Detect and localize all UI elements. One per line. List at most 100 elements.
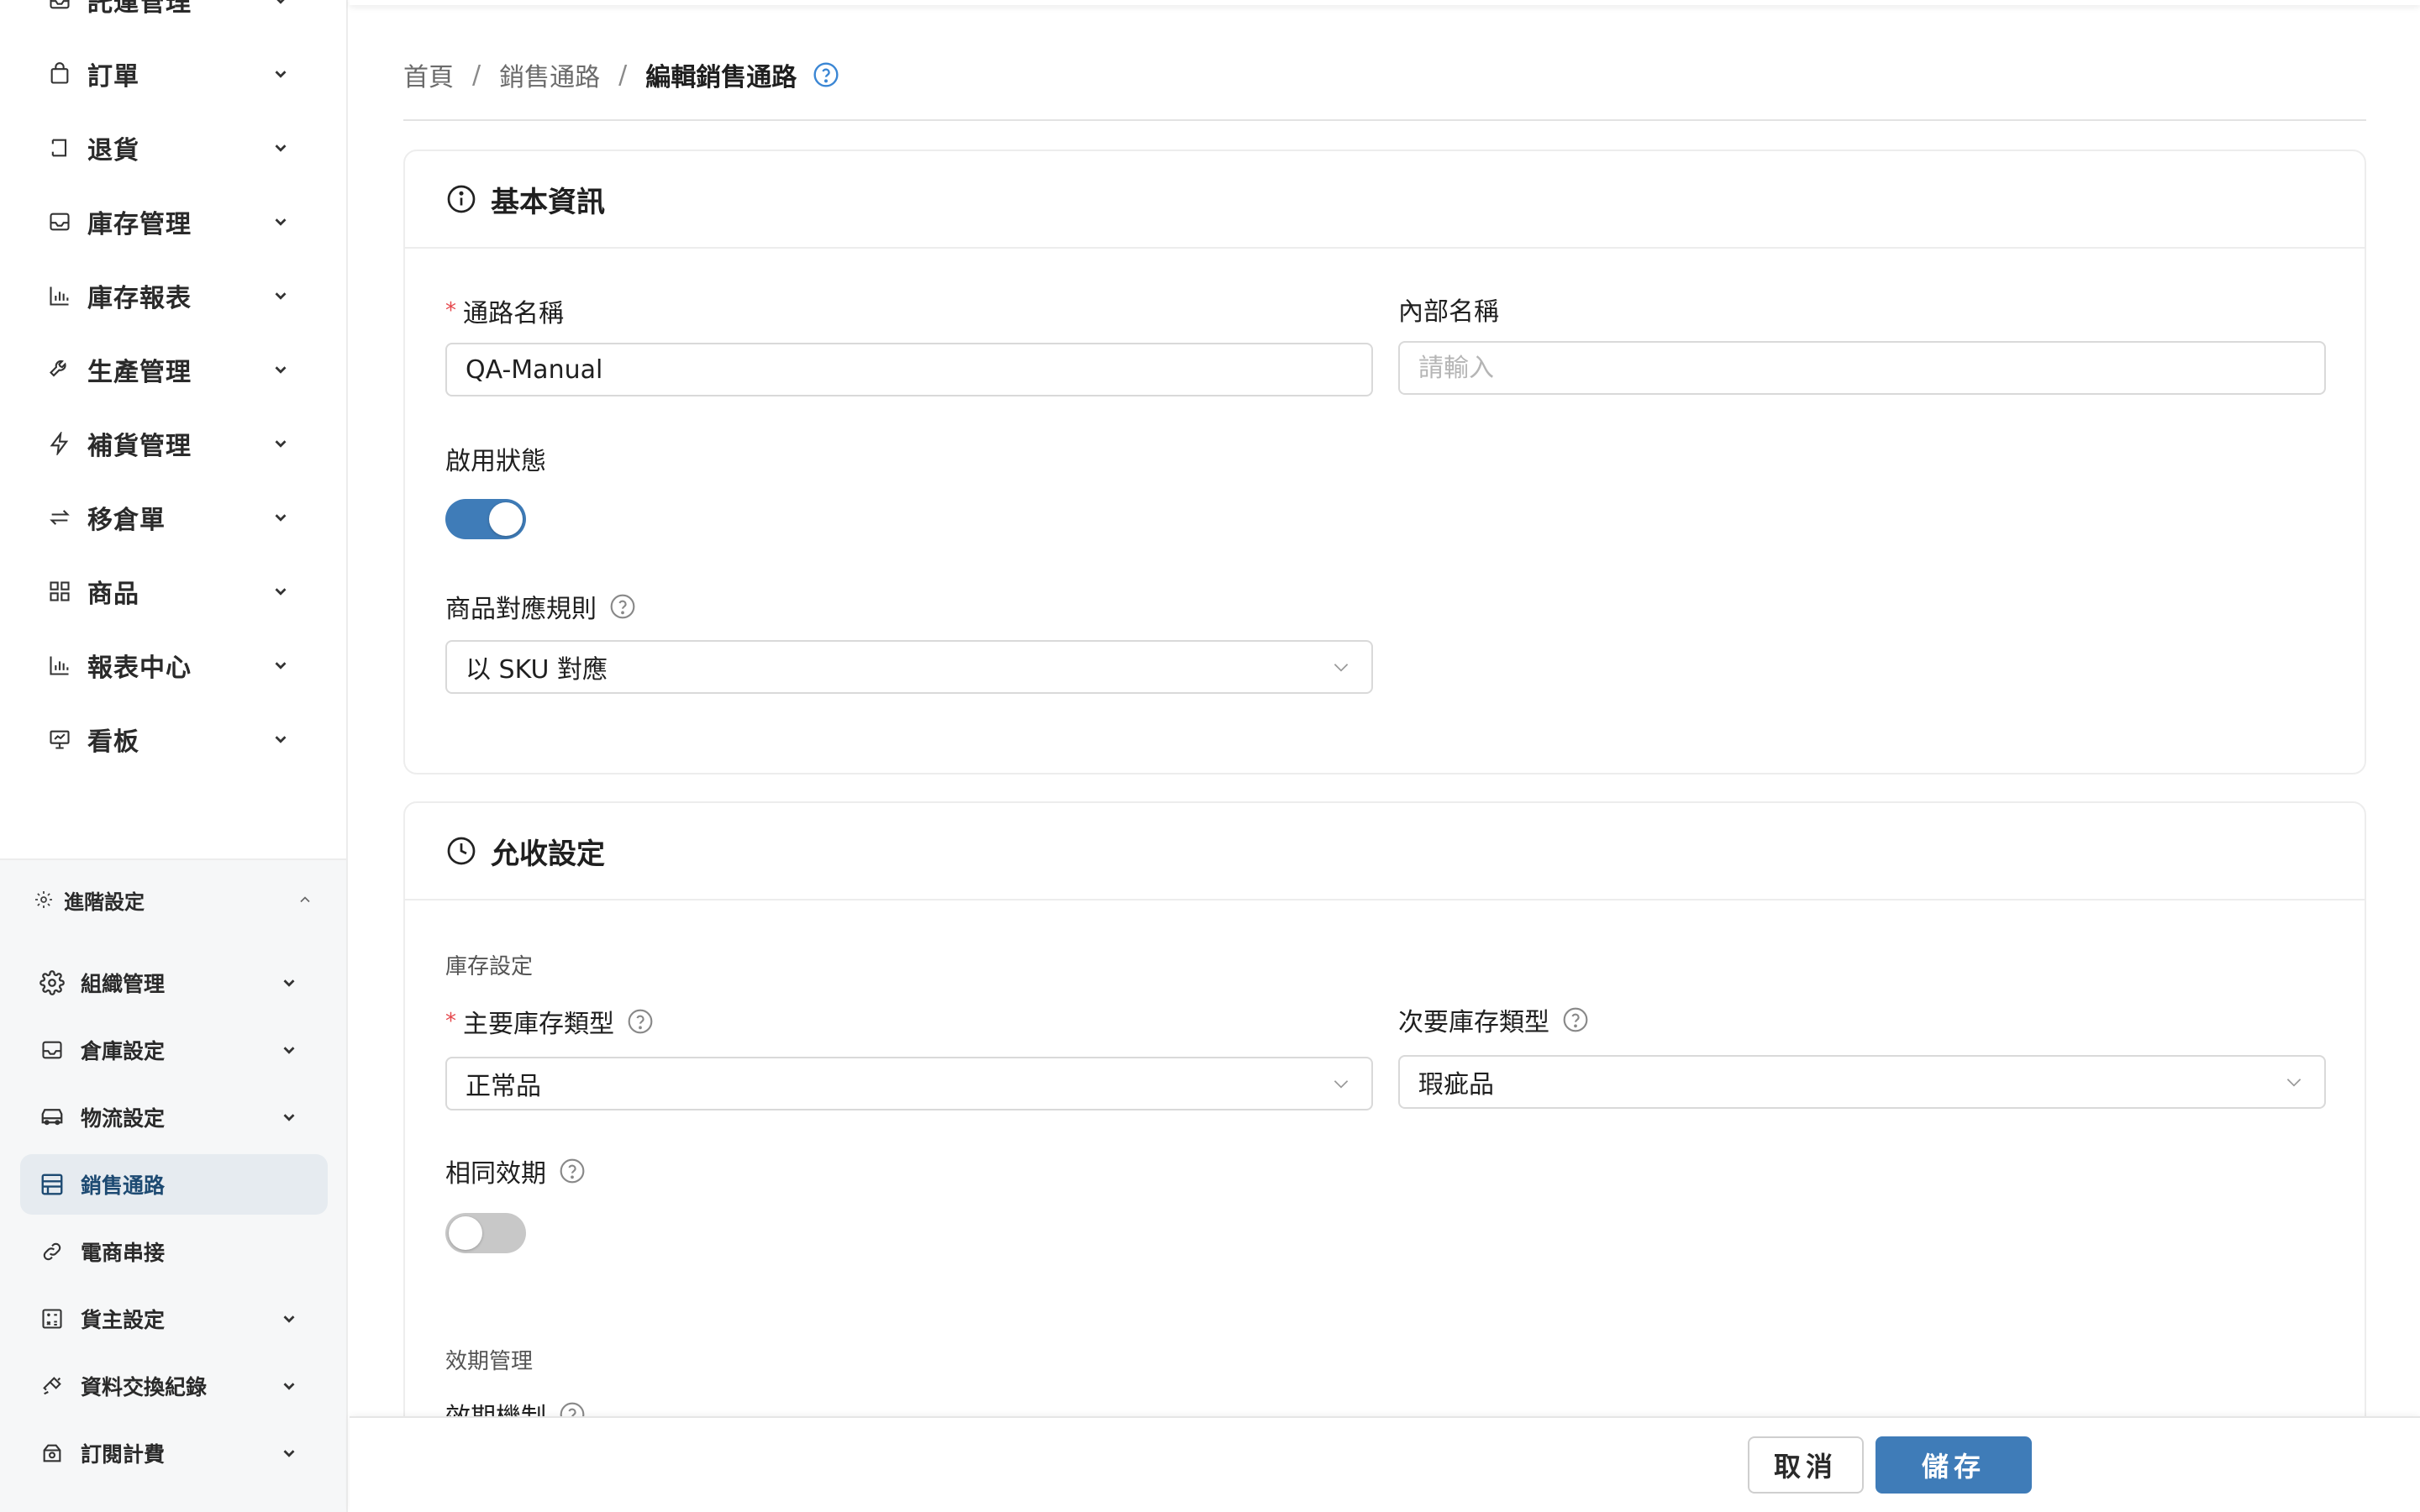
sidebar-item-ecommerce[interactable]: 電商串接 bbox=[20, 1221, 328, 1282]
info-icon bbox=[445, 183, 477, 215]
sidebar-item-label: 電商串接 bbox=[81, 1241, 166, 1265]
sidebar-item-production[interactable]: 生產管理 bbox=[0, 336, 346, 403]
chevron-down-icon bbox=[277, 1307, 301, 1331]
sidebar-item-sales-channel[interactable]: 銷售通路 bbox=[20, 1154, 328, 1215]
same-expiry-toggle[interactable] bbox=[445, 1213, 526, 1253]
required-mark: * bbox=[445, 1009, 456, 1034]
save-button[interactable]: 儲存 bbox=[1876, 1436, 2032, 1494]
chevron-up-icon bbox=[294, 889, 316, 911]
calculator-icon bbox=[39, 1305, 66, 1332]
inbox-icon bbox=[39, 1037, 66, 1063]
breadcrumb-sales-channel[interactable]: 銷售通路 bbox=[499, 56, 600, 93]
primary-stock-label: * 主要庫存類型 bbox=[445, 1003, 655, 1040]
link-icon bbox=[39, 1238, 66, 1265]
secondary-stock-label: 次要庫存類型 bbox=[1398, 1001, 1590, 1038]
mapping-rule-select[interactable]: 以 SKU 對應 bbox=[445, 640, 1373, 694]
question-icon[interactable] bbox=[1561, 1005, 1590, 1034]
basic-info-header: 基本資訊 bbox=[405, 151, 2365, 249]
same-expiry-label-text: 相同效期 bbox=[445, 1159, 546, 1189]
chevron-down-icon bbox=[269, 727, 292, 751]
subscription-icon bbox=[39, 1440, 66, 1467]
sidebar-item-label: 庫存報表 bbox=[87, 284, 192, 313]
bar-chart-icon bbox=[45, 281, 74, 310]
chevron-down-icon bbox=[1329, 655, 1353, 679]
help-icon[interactable] bbox=[812, 60, 840, 89]
breadcrumb-divider bbox=[403, 119, 2366, 121]
top-bar bbox=[350, 0, 2420, 5]
page-title: 編輯銷售通路 bbox=[645, 63, 797, 92]
sidebar-item-label: 倉庫設定 bbox=[81, 1039, 166, 1063]
sidebar-item-consignment[interactable]: 託運管理 bbox=[0, 0, 346, 34]
enabled-status-label: 啟用狀態 bbox=[445, 440, 546, 477]
sidebar-item-orders[interactable]: 訂單 bbox=[0, 40, 346, 108]
sidebar-item-inventory[interactable]: 庫存管理 bbox=[0, 188, 346, 255]
inbox-icon bbox=[45, 0, 74, 14]
inbox-icon bbox=[45, 207, 74, 236]
primary-stock-value: 正常品 bbox=[466, 1072, 541, 1101]
internal-name-input[interactable] bbox=[1398, 341, 2326, 395]
sidebar-item-dashboard[interactable]: 看板 bbox=[0, 706, 346, 773]
advanced-settings-header[interactable]: 進階設定 bbox=[0, 874, 346, 926]
sidebar-item-label: 看板 bbox=[87, 727, 139, 757]
api-icon bbox=[39, 1373, 66, 1399]
shop-icon bbox=[39, 1171, 66, 1198]
required-mark: * bbox=[445, 298, 456, 323]
breadcrumb-home[interactable]: 首頁 bbox=[403, 56, 454, 93]
stock-settings-section: 庫存設定 bbox=[445, 954, 534, 979]
sidebar-item-label: 移倉單 bbox=[87, 506, 166, 535]
question-icon[interactable] bbox=[608, 592, 637, 621]
sidebar-item-label: 生產管理 bbox=[87, 358, 192, 387]
sidebar-item-returns[interactable]: 退貨 bbox=[0, 114, 346, 181]
acceptance-settings-header: 允收設定 bbox=[405, 803, 2365, 900]
acceptance-settings-title: 允收設定 bbox=[491, 837, 605, 871]
sidebar-item-label: 退貨 bbox=[87, 136, 139, 165]
gear-icon bbox=[32, 888, 55, 911]
basic-info-card: 基本資訊 * 通路名稱 內部名稱 啟用狀態 商品對應規則 以 SKU 對應 bbox=[403, 150, 2366, 774]
swap-icon bbox=[45, 503, 74, 532]
enabled-status-toggle[interactable] bbox=[445, 499, 526, 539]
chevron-down-icon bbox=[269, 210, 292, 234]
secondary-stock-select[interactable]: 瑕疵品 bbox=[1398, 1055, 2326, 1109]
acceptance-settings-card: 允收設定 庫存設定 * 主要庫存類型 正常品 次要庫存類型 瑕疵品 相同效期 效… bbox=[403, 801, 2366, 1512]
chevron-down-icon bbox=[269, 506, 292, 529]
sidebar-item-warehouse[interactable]: 倉庫設定 bbox=[20, 1020, 328, 1080]
sidebar-item-data-exchange[interactable]: 資料交換紀錄 bbox=[20, 1356, 328, 1416]
internal-name-label: 內部名稱 bbox=[1398, 291, 1499, 328]
mapping-rule-value: 以 SKU 對應 bbox=[466, 655, 608, 685]
question-icon[interactable] bbox=[558, 1157, 587, 1185]
sidebar-item-label: 物流設定 bbox=[81, 1106, 166, 1131]
secondary-stock-label-text: 次要庫存類型 bbox=[1398, 1008, 1549, 1037]
sidebar-item-logistics[interactable]: 物流設定 bbox=[20, 1087, 328, 1147]
sidebar-item-report-center[interactable]: 報表中心 bbox=[0, 632, 346, 699]
sidebar-item-label: 資料交換紀錄 bbox=[81, 1375, 208, 1399]
chevron-down-icon bbox=[277, 1105, 301, 1129]
gear-icon bbox=[39, 969, 66, 996]
toggle-knob bbox=[449, 1216, 482, 1250]
chevron-down-icon bbox=[277, 1374, 301, 1398]
mapping-rule-label-text: 商品對應規則 bbox=[445, 595, 597, 624]
sidebar-item-inventory-report[interactable]: 庫存報表 bbox=[0, 262, 346, 329]
chevron-down-icon bbox=[269, 654, 292, 677]
sidebar-item-organization[interactable]: 組織管理 bbox=[20, 953, 328, 1013]
sidebar-item-owner[interactable]: 貨主設定 bbox=[20, 1289, 328, 1349]
basic-info-title: 基本資訊 bbox=[491, 185, 605, 219]
sidebar-item-label: 訂單 bbox=[87, 62, 139, 92]
sidebar-item-subscription[interactable]: 訂閱計費 bbox=[20, 1423, 328, 1483]
sidebar: 託運管理 訂單 退貨 庫存管理 庫存報表 生產管理 補貨管理 移倉單 商品 報表… bbox=[0, 0, 348, 1512]
channel-name-input[interactable] bbox=[445, 343, 1373, 396]
channel-name-label-text: 通路名稱 bbox=[463, 299, 564, 328]
mapping-rule-label: 商品對應規則 bbox=[445, 588, 637, 625]
sidebar-item-replenishment[interactable]: 補貨管理 bbox=[0, 410, 346, 477]
question-icon[interactable] bbox=[626, 1007, 655, 1036]
primary-stock-select[interactable]: 正常品 bbox=[445, 1057, 1373, 1110]
sidebar-item-products[interactable]: 商品 bbox=[0, 558, 346, 625]
chevron-down-icon bbox=[269, 136, 292, 160]
sidebar-item-transfer[interactable]: 移倉單 bbox=[0, 484, 346, 551]
chevron-down-icon bbox=[1329, 1072, 1353, 1095]
internal-name-label-text: 內部名稱 bbox=[1398, 297, 1499, 327]
secondary-stock-value: 瑕疵品 bbox=[1418, 1070, 1494, 1100]
advanced-settings-label: 進階設定 bbox=[64, 890, 145, 914]
clock-icon bbox=[445, 835, 477, 867]
chevron-down-icon bbox=[277, 1038, 301, 1062]
cancel-button[interactable]: 取消 bbox=[1748, 1436, 1864, 1494]
